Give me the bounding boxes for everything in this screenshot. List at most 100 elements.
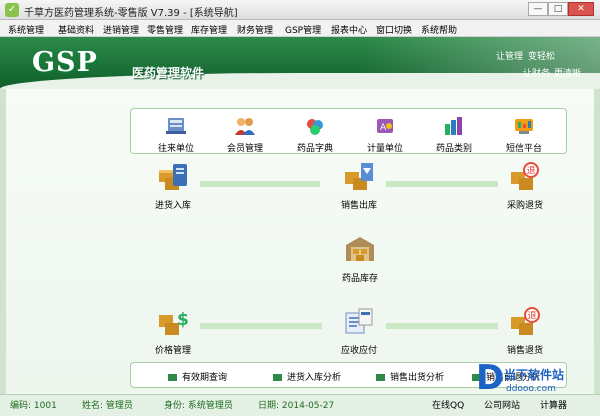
menu-retail[interactable]: 零售管理 xyxy=(147,23,183,36)
sales-return-icon: 退 xyxy=(511,307,540,335)
menu-inventory[interactable]: 库存管理 xyxy=(191,23,227,36)
menu-bar: 系统管理 基础资料 进销管理 零售管理 库存管理 财务管理 GSP管理 报表中心… xyxy=(0,20,600,37)
window-controls: — □ ✕ xyxy=(528,2,594,17)
shortcut-contacts[interactable]: 往来单位 xyxy=(148,116,204,154)
flow-bar-receivable-to-return xyxy=(386,323,498,329)
close-button[interactable]: ✕ xyxy=(568,2,594,16)
shortcut-categories-label: 药品类别 xyxy=(435,144,472,154)
svg-text:退: 退 xyxy=(528,311,537,322)
link-purchase-analysis-label: 进货入库分析 xyxy=(287,373,342,383)
shortcut-contacts-label: 往来单位 xyxy=(157,144,194,154)
gsp-logo: GSP xyxy=(32,47,98,78)
shortcut-units-label: 计量单位 xyxy=(366,144,403,154)
node-sales-return[interactable]: 退 销售退货 xyxy=(489,305,561,356)
node-sales-out-label: 销售出库 xyxy=(340,201,377,211)
price-management-icon: $ xyxy=(159,310,189,335)
node-sales-out[interactable]: 销售出库 xyxy=(323,160,395,211)
banner-slogan-4: 更清晰 xyxy=(554,69,582,79)
status-name: 姓名: 管理员 xyxy=(82,398,133,411)
maximize-button[interactable]: □ xyxy=(548,2,568,16)
status-date: 日期: 2014-05-27 xyxy=(258,398,334,411)
status-role-value: 系统管理员 xyxy=(187,401,233,411)
node-purchase-in[interactable]: 进货入库 xyxy=(137,160,209,211)
node-sales-return-label: 销售退货 xyxy=(506,346,543,356)
watermark: D 当下软件站 ddooo.com xyxy=(476,358,596,398)
menu-finance[interactable]: 财务管理 xyxy=(237,23,273,36)
expiry-query-icon xyxy=(168,374,177,381)
status-role: 身份: 系统管理员 xyxy=(164,398,233,411)
node-purchase-in-label: 进货入库 xyxy=(154,201,191,211)
banner-slogan-3: 让财务 xyxy=(523,69,551,79)
watermark-brand: 当下软件站 xyxy=(504,368,565,382)
header-banner: GSP 医药管理软件 让管理 变轻松 让财务 更清晰 xyxy=(0,37,600,89)
members-icon xyxy=(235,118,255,135)
node-purchase-return[interactable]: 退 采购退货 xyxy=(489,160,561,211)
svg-text:$: $ xyxy=(177,310,189,330)
status-code-label: 编码: xyxy=(10,401,32,411)
banner-title: 医药管理软件 xyxy=(132,66,205,80)
medicine-dictionary-icon xyxy=(307,119,323,135)
shortcut-categories[interactable]: 药品类别 xyxy=(426,116,482,154)
categories-icon xyxy=(445,117,462,135)
svg-text:退: 退 xyxy=(527,166,536,177)
status-role-label: 身份: xyxy=(164,401,186,411)
online-qq-link[interactable]: 在线QQ xyxy=(432,398,464,411)
node-receivable-payable-label: 应收应付 xyxy=(340,346,377,356)
menu-reports[interactable]: 报表中心 xyxy=(331,23,367,36)
shortcut-members-label: 会员管理 xyxy=(226,144,263,154)
flow-bar-purchase-to-sales xyxy=(200,181,320,187)
watermark-logo: D xyxy=(476,358,505,398)
link-sales-analysis-label: 销售出货分析 xyxy=(390,373,445,383)
link-purchase-analysis[interactable]: 进货入库分析 xyxy=(273,370,341,383)
banner-slogan-1: 让管理 xyxy=(496,52,524,62)
node-stock-label: 药品库存 xyxy=(341,274,378,284)
status-code-value: 1001 xyxy=(33,401,57,411)
banner-slogan-2: 变轻松 xyxy=(528,52,556,62)
sales-out-icon xyxy=(345,163,373,190)
status-date-value: 2014-05-27 xyxy=(281,401,335,411)
company-site-link[interactable]: 公司网站 xyxy=(484,398,520,411)
flow-bar-price-to-receivable xyxy=(200,323,322,329)
shortcut-units[interactable]: A 计量单位 xyxy=(357,116,413,154)
shortcut-sms-label: 短信平台 xyxy=(505,144,542,154)
menu-basic-data[interactable]: 基础资料 xyxy=(58,23,94,36)
units-icon: A xyxy=(377,119,393,133)
stock-icon xyxy=(346,237,374,261)
menu-system[interactable]: 系统管理 xyxy=(8,23,44,36)
shortcut-medicine-dictionary[interactable]: 药品字典 xyxy=(287,116,343,154)
app-icon: ✓ xyxy=(5,3,19,17)
purchase-analysis-icon xyxy=(273,374,282,381)
link-sales-analysis[interactable]: 销售出货分析 xyxy=(376,370,444,383)
menu-gsp[interactable]: GSP管理 xyxy=(285,23,321,36)
window-title: 千草方医药管理系统-零售版 V7.39 - [系统导航] xyxy=(24,8,238,19)
node-price-management-label: 价格管理 xyxy=(154,346,191,356)
svg-text:A: A xyxy=(380,123,387,133)
receivable-payable-icon xyxy=(345,308,373,334)
watermark-url: ddooo.com xyxy=(506,384,556,394)
shortcut-medicine-dictionary-label: 药品字典 xyxy=(296,144,333,154)
link-expiry-query-label: 有效期查询 xyxy=(182,373,228,383)
link-expiry-query[interactable]: 有效期查询 xyxy=(168,370,227,383)
purchase-return-icon: 退 xyxy=(511,162,539,190)
shortcut-members[interactable]: 会员管理 xyxy=(217,116,273,154)
shortcut-sms[interactable]: 短信平台 xyxy=(496,116,552,154)
menu-purchase-sales[interactable]: 进销管理 xyxy=(103,23,139,36)
node-stock[interactable]: 药品库存 xyxy=(324,233,396,284)
purchase-in-icon xyxy=(159,164,187,190)
status-name-label: 姓名: xyxy=(82,401,104,411)
node-purchase-return-label: 采购退货 xyxy=(506,201,543,211)
status-code: 编码: 1001 xyxy=(10,398,57,411)
minimize-button[interactable]: — xyxy=(528,2,548,16)
contacts-icon xyxy=(166,118,186,134)
sms-icon xyxy=(515,119,533,134)
sales-analysis-icon xyxy=(376,374,385,381)
calculator-link[interactable]: 计算器 xyxy=(540,398,567,411)
flow-bar-sales-to-return xyxy=(386,181,498,187)
node-price-management[interactable]: $ 价格管理 xyxy=(137,305,209,356)
node-receivable-payable[interactable]: 应收应付 xyxy=(323,305,395,356)
menu-window[interactable]: 窗口切换 xyxy=(376,23,412,36)
menu-help[interactable]: 系统帮助 xyxy=(421,23,457,36)
status-date-label: 日期: xyxy=(258,401,280,411)
title-bar: ✓ 千草方医药管理系统-零售版 V7.39 - [系统导航] — □ ✕ xyxy=(0,0,600,20)
status-name-value: 管理员 xyxy=(105,401,133,411)
